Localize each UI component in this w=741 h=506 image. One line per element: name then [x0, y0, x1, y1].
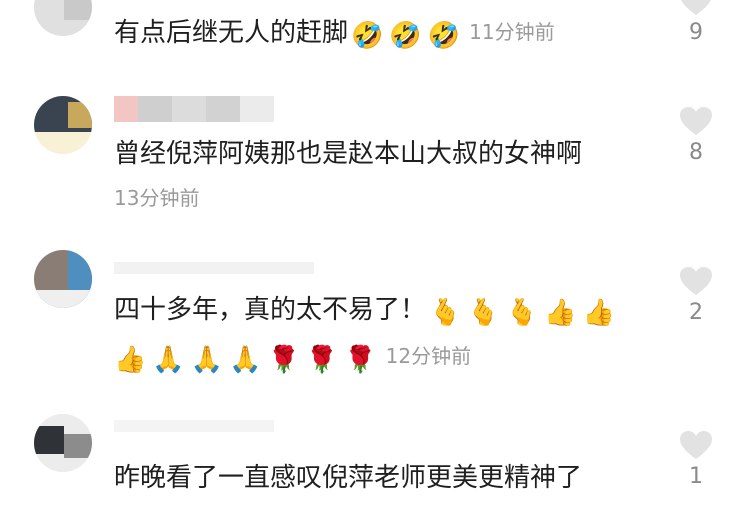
folded-hands-emoji-icon: 🙏: [229, 345, 262, 375]
username[interactable]: [114, 96, 274, 122]
folded-hands-emoji-icon: 🙏: [152, 345, 185, 375]
rose-emoji-icon: 🌹: [305, 345, 339, 375]
rofl-emoji-icon: 🤣: [427, 21, 461, 51]
rofl-emoji-icon: 🤣: [351, 21, 384, 51]
comment-time: 13分钟前: [114, 186, 200, 210]
comment-text-content: 四十多年，真的太不易了！: [114, 295, 427, 325]
like-button[interactable]: 9: [676, 0, 716, 45]
comment-text-line-2: 👍 🙏 🙏 🙏 🌹 🌹 🌹 12分钟前: [114, 336, 471, 377]
username[interactable]: [114, 420, 274, 446]
comment-text: 曾经倪萍阿姨那也是赵本山大叔的女神啊: [114, 139, 583, 169]
comment-text: 昨晚看了一直感叹倪萍老师更美更精神了: [114, 463, 583, 493]
rose-emoji-icon: 🌹: [267, 345, 300, 375]
comment-text: 四十多年，真的太不易了！ 🫰 🫰 🫰 👍 👍: [114, 290, 618, 330]
comment-time: 11分钟前: [469, 20, 555, 44]
like-count: 9: [689, 20, 703, 45]
comment-text-content: 有点后继无人的赶脚: [114, 18, 349, 48]
avatar[interactable]: [34, 414, 92, 472]
like-count: 2: [689, 300, 703, 325]
avatar[interactable]: [34, 250, 92, 308]
avatar[interactable]: [34, 96, 92, 154]
folded-hands-emoji-icon: 🙏: [190, 345, 224, 375]
finger-heart-emoji-icon: 🫰: [505, 298, 539, 328]
like-button[interactable]: 2: [676, 266, 716, 325]
comment-text: 有点后继无人的赶脚 🤣 🤣 🤣 11分钟前: [114, 12, 555, 53]
comment-time: 12分钟前: [385, 344, 472, 368]
rofl-emoji-icon: 🤣: [389, 21, 422, 51]
heart-icon: [681, 0, 711, 15]
heart-icon: [680, 431, 712, 459]
username[interactable]: [114, 262, 314, 288]
like-count: 1: [689, 464, 703, 489]
rose-emoji-icon: 🌹: [344, 345, 377, 375]
like-count: 8: [689, 140, 703, 165]
thumbs-up-emoji-icon: 👍: [582, 298, 615, 328]
thumbs-up-emoji-icon: 👍: [114, 345, 147, 375]
finger-heart-emoji-icon: 🫰: [467, 298, 500, 328]
avatar[interactable]: [34, 0, 92, 36]
heart-icon: [680, 107, 712, 135]
thumbs-up-emoji-icon: 👍: [544, 298, 577, 328]
like-button[interactable]: 1: [676, 430, 716, 489]
finger-heart-emoji-icon: 🫰: [429, 298, 462, 328]
heart-icon: [680, 267, 712, 295]
like-button[interactable]: 8: [676, 106, 716, 165]
